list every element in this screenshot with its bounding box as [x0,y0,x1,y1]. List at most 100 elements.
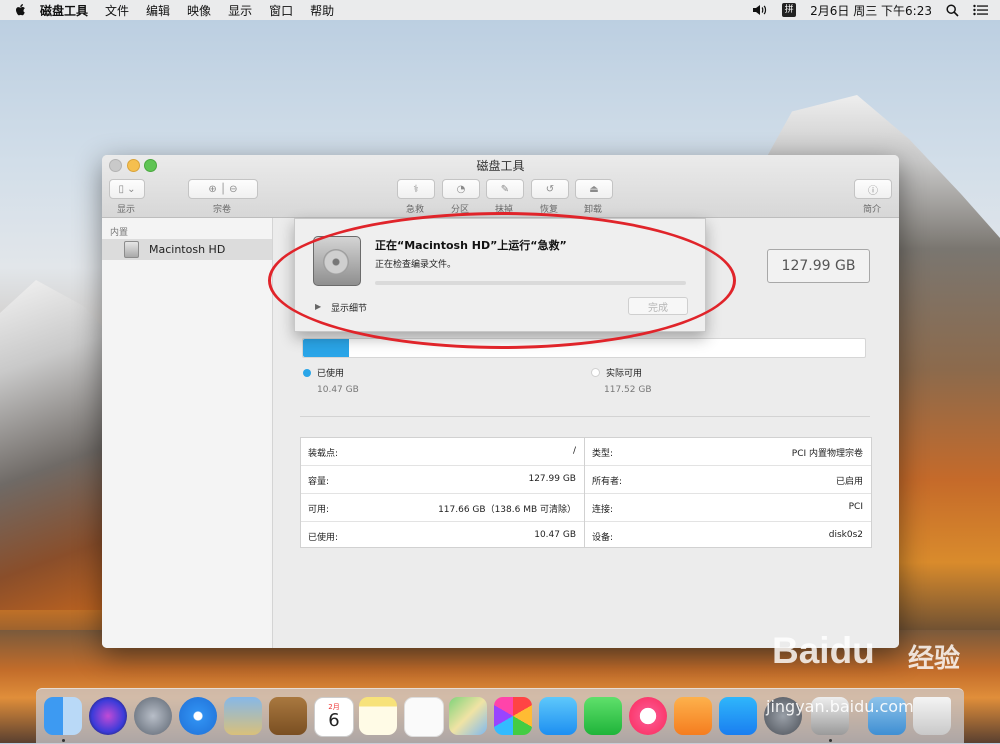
app-store-icon[interactable] [719,697,757,735]
info-key: 设备: [592,533,614,543]
restore-icon: ↺ [545,183,555,195]
add-volume-icon: ⊕ │ ⊖ [208,183,238,195]
running-indicator [62,739,65,742]
info-key: 容量: [308,477,330,487]
legend-used-value: 10.47 GB [317,385,359,395]
calendar-icon[interactable]: 2月 6 [314,697,354,737]
stethoscope-icon: ⚕ [413,183,419,195]
menu-extras: 拼 2月6日 周三 下午6:23 [752,0,988,20]
finder-icon[interactable] [44,697,82,735]
info-key: 类型: [592,449,614,459]
spotlight-search-icon[interactable] [946,3,959,17]
restore-button[interactable]: ↺ [531,179,569,199]
first-aid-button[interactable]: ⚕ [397,179,435,199]
calendar-day: 6 [328,710,340,731]
info-key: 可用: [308,505,330,515]
info-row: 容量: 127.99 GB [301,466,584,494]
notes-icon[interactable] [359,697,397,735]
notification-center-icon[interactable] [973,4,988,16]
sidebar-item-macintosh-hd[interactable]: Macintosh HD [102,239,272,260]
info-value: PCI 内置物理宗卷 [791,449,863,459]
ibooks-icon[interactable] [674,697,712,735]
divider [300,416,870,417]
apple-icon[interactable] [14,3,28,17]
used-dot-icon [303,368,311,377]
info-key: 所有者: [592,477,623,487]
available-dot-icon [591,368,600,377]
volume-button[interactable]: ⊕ │ ⊖ [188,179,258,199]
info-row: 所有者: 已启用 [585,466,871,494]
menu-clock[interactable]: 2月6日 周三 下午6:23 [810,2,932,19]
info-key: 连接: [592,505,614,515]
info-row: 连接: PCI [585,494,871,522]
info-label: 简介 [862,205,881,215]
info-value: 已启用 [835,477,863,487]
maps-icon[interactable] [449,697,487,735]
partition-button[interactable]: ◔ [442,179,480,199]
view-button[interactable]: ▯ ⌄ [109,179,145,199]
menu-edit[interactable]: 编辑 [146,2,170,19]
baidu-watermark-url: jingyan.baidu.com [766,697,914,716]
messages-icon[interactable] [539,697,577,735]
menu-bar: 磁盘工具 文件 编辑 映像 显示 窗口 帮助 拼 2月6日 周三 下午6:23 [0,0,1000,20]
info-value: PCI [848,502,863,512]
baidu-watermark-cn: 经验 [908,644,961,674]
hard-disk-icon [124,241,139,258]
menu-app-name[interactable]: 磁盘工具 [40,2,88,19]
sidebar-toggle-icon: ▯ ⌄ [118,183,136,195]
menu-image[interactable]: 映像 [187,2,211,19]
info-column-right: 类型: PCI 内置物理宗卷 所有者: 已启用 连接: PCI 设备: disk0s2 [585,438,871,547]
legend-used-label: 已使用 [317,369,345,379]
legend-available-label: 实际可用 [606,369,643,379]
volume-label: 宗卷 [212,205,231,215]
legend-available-value: 117.52 GB [604,385,652,395]
info-row: 装载点: / [301,438,584,466]
launchpad-icon[interactable] [134,697,172,735]
siri-icon[interactable] [89,697,127,735]
info-button[interactable]: ⓘ [854,179,892,199]
info-row: 设备: disk0s2 [585,522,871,549]
info-value: / [572,446,576,456]
menu-help[interactable]: 帮助 [310,2,334,19]
erase-icon: ✎ [500,183,510,195]
sidebar-section-internal: 内置 [110,228,129,238]
info-row: 类型: PCI 内置物理宗卷 [585,438,871,466]
facetime-icon[interactable] [584,697,622,735]
legend-used: 已使用 [303,366,344,379]
info-key: 已使用: [308,533,339,543]
photo-browser-icon[interactable] [224,697,262,735]
menu-view[interactable]: 显示 [228,2,252,19]
usage-bar-used-fill [303,339,349,357]
itunes-icon[interactable] [629,697,667,735]
info-row: 可用: 117.66 GB（138.6 MB 可清除） [301,494,584,522]
sidebar-item-label: Macintosh HD [149,243,226,256]
info-value: 117.66 GB（138.6 MB 可清除） [438,505,576,515]
contacts-icon[interactable] [269,697,307,735]
eject-icon: ⏏ [589,183,599,195]
input-method-icon[interactable]: 拼 [782,3,797,17]
photos-icon[interactable] [494,697,532,735]
capacity-badge: 127.99 GB [767,249,870,283]
window-toolbar: 磁盘工具 ▯ ⌄ 显示 ⊕ │ ⊖ 宗卷 ⚕ 急救 ◔ 分区 ✎ 抹掉 ↺ 恢复 [102,155,899,218]
reminders-icon[interactable] [404,697,444,737]
info-column-left: 装载点: / 容量: 127.99 GB 可用: 117.66 GB（138.6 MB… [301,438,585,547]
window-title: 磁盘工具 [476,159,525,173]
menu-window[interactable]: 窗口 [269,2,293,19]
unmount-button[interactable]: ⏏ [575,179,613,199]
erase-button[interactable]: ✎ [486,179,524,199]
volume-icon[interactable] [752,4,768,16]
info-icon: ⓘ [868,185,878,197]
safari-icon[interactable] [179,697,217,735]
unmount-label: 卸载 [583,205,602,215]
trash-icon[interactable] [913,697,951,735]
info-row: 已使用: 10.47 GB [301,522,584,549]
running-indicator [829,739,832,742]
view-label: 显示 [116,205,135,215]
menu-file[interactable]: 文件 [105,2,129,19]
first-aid-label: 急救 [405,205,424,215]
baidu-watermark-logo: Baidu [772,630,875,671]
volume-info-table: 装载点: / 容量: 127.99 GB 可用: 117.66 GB（138.6 MB… [300,437,872,548]
info-value: 10.47 GB [534,530,576,540]
legend-available: 实际可用 [591,366,642,379]
sidebar: 内置 Macintosh HD [102,218,273,648]
